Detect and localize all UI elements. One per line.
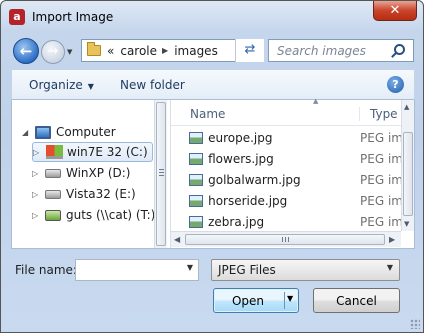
window-title: Import Image bbox=[32, 10, 114, 24]
horizontal-scrollbar[interactable]: ◀ ▶ bbox=[171, 231, 401, 247]
tree-item-t-drive[interactable]: ▷ guts (\\cat) (T:) bbox=[32, 205, 155, 225]
file-name-label: File name: bbox=[15, 263, 77, 277]
import-image-dialog: a Import Image ✕ ← → ▼ « carole ▶ images… bbox=[0, 0, 424, 333]
file-row[interactable]: zebra.jpg PEG im bbox=[189, 212, 403, 232]
open-button[interactable]: Open ▼ bbox=[213, 288, 299, 313]
back-button[interactable]: ← bbox=[13, 38, 39, 64]
vertical-scrollbar[interactable]: ▲ ▼ bbox=[401, 100, 414, 231]
command-bar: Organize ▼ New folder ? bbox=[11, 69, 415, 100]
open-label: Open bbox=[231, 294, 265, 308]
arrow-right-icon: → bbox=[47, 44, 59, 59]
resize-grip-icon[interactable] bbox=[410, 319, 420, 329]
open-options-dropdown[interactable]: ▼ bbox=[287, 294, 293, 303]
refresh-button[interactable]: ⇄ bbox=[235, 39, 264, 62]
collapsed-arrow-icon[interactable]: ▷ bbox=[32, 190, 42, 199]
file-name: zebra.jpg bbox=[208, 215, 265, 229]
help-icon[interactable]: ? bbox=[387, 76, 404, 93]
cancel-label: Cancel bbox=[336, 294, 377, 308]
address-overflow[interactable]: « bbox=[107, 44, 114, 58]
browser-area: ◢ Computer ▷ win7E 32 (C:) ▷ WinXP (D:) … bbox=[11, 97, 415, 249]
tree-label: guts (\\cat) (T:) bbox=[66, 208, 156, 222]
file-row[interactable]: horseride.jpg PEG im bbox=[189, 191, 403, 211]
search-placeholder: Search images bbox=[277, 44, 366, 58]
close-button[interactable]: ✕ bbox=[373, 1, 417, 21]
acrobat-icon: a bbox=[9, 9, 25, 25]
scroll-left-icon[interactable]: ◀ bbox=[174, 235, 180, 244]
organize-button[interactable]: Organize ▼ bbox=[29, 78, 94, 92]
drive-icon bbox=[45, 189, 61, 199]
computer-icon bbox=[35, 125, 51, 139]
image-file-icon bbox=[189, 153, 204, 165]
recent-locations-dropdown[interactable]: ▼ bbox=[67, 48, 72, 56]
file-type: PEG im bbox=[360, 173, 403, 187]
file-name: flowers.jpg bbox=[208, 152, 274, 166]
tree-label: WinXP (D:) bbox=[66, 166, 131, 180]
file-type: PEG im bbox=[360, 131, 403, 145]
file-list: Name ▲ Type europe.jpg PEG im flowers.jp… bbox=[170, 97, 414, 248]
image-file-icon bbox=[189, 132, 204, 144]
file-type: PEG im bbox=[360, 152, 403, 166]
split-divider bbox=[284, 292, 285, 309]
collapsed-arrow-icon[interactable]: ▷ bbox=[33, 148, 43, 157]
image-file-icon bbox=[189, 174, 204, 186]
network-drive-icon bbox=[45, 209, 61, 221]
file-type: PEG im bbox=[360, 215, 403, 229]
file-row[interactable]: europe.jpg PEG im bbox=[189, 128, 403, 148]
scroll-down-icon[interactable]: ▼ bbox=[404, 220, 409, 228]
breadcrumb-carole[interactable]: carole bbox=[120, 44, 157, 58]
tree-item-e-drive[interactable]: ▷ Vista32 (E:) bbox=[32, 184, 136, 204]
grip-icon bbox=[159, 169, 164, 177]
file-name: golbalwarm.jpg bbox=[208, 173, 301, 187]
organize-label: Organize bbox=[29, 78, 83, 92]
breadcrumb-images[interactable]: images bbox=[174, 44, 218, 58]
sort-ascending-icon: ▲ bbox=[313, 97, 319, 105]
scroll-thumb[interactable] bbox=[156, 102, 166, 246]
file-row[interactable]: golbalwarm.jpg PEG im bbox=[189, 170, 403, 190]
title-bar[interactable]: a Import Image ✕ bbox=[1, 1, 423, 35]
image-file-icon bbox=[189, 195, 204, 207]
tree-label: Vista32 (E:) bbox=[66, 187, 136, 201]
collapsed-arrow-icon[interactable]: ▷ bbox=[32, 211, 42, 220]
image-file-icon bbox=[189, 216, 204, 228]
search-input[interactable]: Search images bbox=[268, 39, 414, 62]
refresh-icon: ⇄ bbox=[244, 42, 256, 57]
tree-label: win7E 32 (C:) bbox=[67, 145, 148, 159]
collapsed-arrow-icon[interactable]: ▷ bbox=[32, 169, 42, 178]
chevron-down-icon: ▼ bbox=[87, 82, 94, 91]
file-type-value: JPEG Files bbox=[218, 263, 276, 277]
drive-icon bbox=[45, 168, 61, 178]
tree-item-c-drive[interactable]: ▷ win7E 32 (C:) bbox=[32, 142, 153, 162]
tree-item-d-drive[interactable]: ▷ WinXP (D:) bbox=[32, 163, 130, 183]
file-name: horseride.jpg bbox=[208, 194, 288, 208]
file-type: PEG im bbox=[360, 194, 403, 208]
scroll-thumb[interactable] bbox=[185, 234, 385, 245]
new-folder-button[interactable]: New folder bbox=[120, 78, 185, 92]
chevron-down-icon: ▼ bbox=[386, 263, 393, 272]
tree-item-computer[interactable]: ◢ Computer bbox=[22, 122, 116, 142]
expanded-arrow-icon[interactable]: ◢ bbox=[22, 128, 32, 137]
file-name-field[interactable]: ▼ bbox=[75, 259, 199, 281]
arrow-left-icon: ← bbox=[19, 42, 33, 60]
file-name: europe.jpg bbox=[208, 131, 273, 145]
column-header-row: Name ▲ Type bbox=[171, 97, 403, 126]
forward-button[interactable]: → bbox=[41, 40, 65, 64]
scroll-up-icon[interactable]: ▲ bbox=[404, 103, 409, 111]
chevron-down-icon[interactable]: ▼ bbox=[187, 263, 193, 272]
tree-label-computer: Computer bbox=[56, 125, 116, 139]
folder-icon bbox=[87, 42, 101, 56]
scroll-thumb[interactable] bbox=[403, 132, 413, 216]
cancel-button[interactable]: Cancel bbox=[313, 288, 400, 313]
breadcrumb-arrow-icon[interactable]: ▶ bbox=[162, 46, 168, 55]
search-icon[interactable] bbox=[394, 44, 405, 55]
file-row[interactable]: flowers.jpg PEG im bbox=[189, 149, 403, 169]
windows-drive-icon bbox=[46, 145, 63, 159]
grip-icon bbox=[282, 237, 290, 242]
navigation-scrollbar[interactable] bbox=[154, 100, 167, 248]
scroll-right-icon[interactable]: ▶ bbox=[389, 235, 395, 244]
navigation-pane: ◢ Computer ▷ win7E 32 (C:) ▷ WinXP (D:) … bbox=[12, 100, 167, 248]
column-header-type[interactable]: Type bbox=[359, 107, 398, 121]
file-type-select[interactable]: JPEG Files ▼ bbox=[211, 259, 400, 281]
column-header-name[interactable]: Name bbox=[190, 107, 225, 121]
